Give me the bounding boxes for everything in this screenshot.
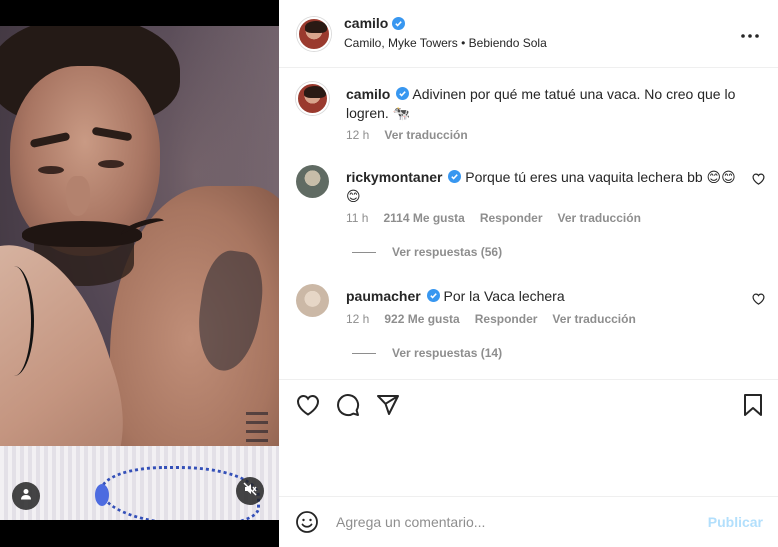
comment-item: paumacher Por la Vaca lechera 12 h 922 M…	[279, 271, 778, 377]
share-button[interactable]	[375, 394, 401, 420]
post-header: camilo Camilo, Myke Towers • Bebiendo So…	[279, 0, 778, 68]
comment-button[interactable]	[335, 393, 361, 422]
verified-badge-icon	[426, 289, 440, 302]
comment-bubble-icon	[336, 393, 360, 422]
heart-icon	[752, 172, 765, 189]
view-replies-label: Ver respuestas (56)	[392, 245, 503, 259]
comment-likes[interactable]: 922 Me gusta	[384, 312, 459, 326]
comments-list[interactable]: camilo Adivinen por qué me tatué una vac…	[279, 69, 778, 379]
speaker-muted-icon	[243, 482, 257, 501]
video-nails	[95, 484, 109, 506]
header-username[interactable]: camilo	[344, 15, 388, 31]
post-side-panel: camilo Camilo, Myke Towers • Bebiendo So…	[279, 0, 778, 547]
comment-text: Por la Vaca lechera	[443, 288, 565, 304]
comment-like-button[interactable]	[752, 172, 766, 186]
add-comment-bar: Publicar	[279, 497, 778, 547]
avatar[interactable]	[296, 82, 329, 115]
video-nose	[66, 176, 90, 216]
reply-button[interactable]: Responder	[475, 312, 538, 326]
header-user: camilo	[344, 15, 406, 31]
avatar[interactable]	[296, 284, 329, 317]
reply-button[interactable]: Responder	[480, 211, 543, 225]
avatar[interactable]	[297, 17, 331, 51]
emoji-button[interactable]	[295, 510, 321, 536]
view-replies-button[interactable]: Ver respuestas (14)	[352, 346, 502, 360]
comment-likes[interactable]: 2114 Me gusta	[383, 211, 464, 225]
comment-username[interactable]: rickymontaner	[346, 169, 442, 185]
paper-plane-icon	[376, 394, 400, 421]
comment-username[interactable]: paumacher	[346, 288, 421, 304]
more-horizontal-icon	[741, 25, 759, 43]
view-replies-label: Ver respuestas (14)	[392, 346, 503, 360]
replies-divider	[352, 251, 376, 253]
save-button[interactable]	[740, 393, 766, 422]
verified-badge-icon	[392, 16, 406, 30]
translate-link[interactable]: Ver traducción	[558, 211, 641, 225]
view-replies-button[interactable]: Ver respuestas (56)	[352, 245, 502, 259]
heart-icon	[752, 292, 765, 309]
video-player[interactable]	[0, 26, 279, 520]
comment-text-block: paumacher Por la Vaca lechera	[346, 287, 736, 306]
caption-username[interactable]: camilo	[346, 86, 390, 102]
avatar[interactable]	[296, 165, 329, 198]
video-eye	[98, 160, 124, 168]
caption: camilo Adivinen por qué me tatué una vac…	[279, 69, 778, 149]
comment-time[interactable]: 11 h	[346, 211, 368, 225]
header-subtitle[interactable]: Camilo, Myke Towers • Bebiendo Sola	[344, 36, 547, 50]
more-options-button[interactable]	[740, 24, 760, 44]
caption-text-block: camilo Adivinen por qué me tatué una vac…	[346, 85, 736, 123]
verified-badge-icon	[396, 87, 410, 100]
comment-text-block: rickymontaner Porque tú eres una vaquita…	[346, 168, 736, 206]
publish-button[interactable]: Publicar	[708, 514, 763, 530]
like-button[interactable]	[295, 394, 321, 420]
replies-divider	[352, 352, 376, 354]
comment-time[interactable]: 12 h	[346, 312, 369, 326]
user-tag-button[interactable]	[12, 482, 40, 510]
user-tag-icon	[20, 487, 32, 505]
comment-like-button[interactable]	[752, 292, 766, 306]
caption-time[interactable]: 12 h	[346, 128, 369, 142]
comment-item: rickymontaner Porque tú eres una vaquita…	[279, 152, 778, 270]
comment-meta: 11 h 2114 Me gusta Responder Ver traducc…	[346, 211, 641, 225]
action-bar	[279, 379, 778, 497]
verified-badge-icon	[448, 170, 462, 183]
comment-meta: 12 h 922 Me gusta Responder Ver traducci…	[346, 312, 636, 326]
post-media	[0, 0, 279, 547]
video-eye	[38, 166, 64, 174]
smiley-icon	[295, 511, 319, 538]
caption-meta: 12 h Ver traducción	[346, 128, 468, 142]
comment-input[interactable]	[336, 511, 676, 533]
post-modal: camilo Camilo, Myke Towers • Bebiendo So…	[0, 0, 778, 547]
bookmark-icon	[743, 393, 763, 422]
heart-icon	[296, 394, 320, 421]
translate-link[interactable]: Ver traducción	[552, 312, 635, 326]
mute-button[interactable]	[236, 477, 264, 505]
translate-link[interactable]: Ver traducción	[384, 128, 467, 142]
